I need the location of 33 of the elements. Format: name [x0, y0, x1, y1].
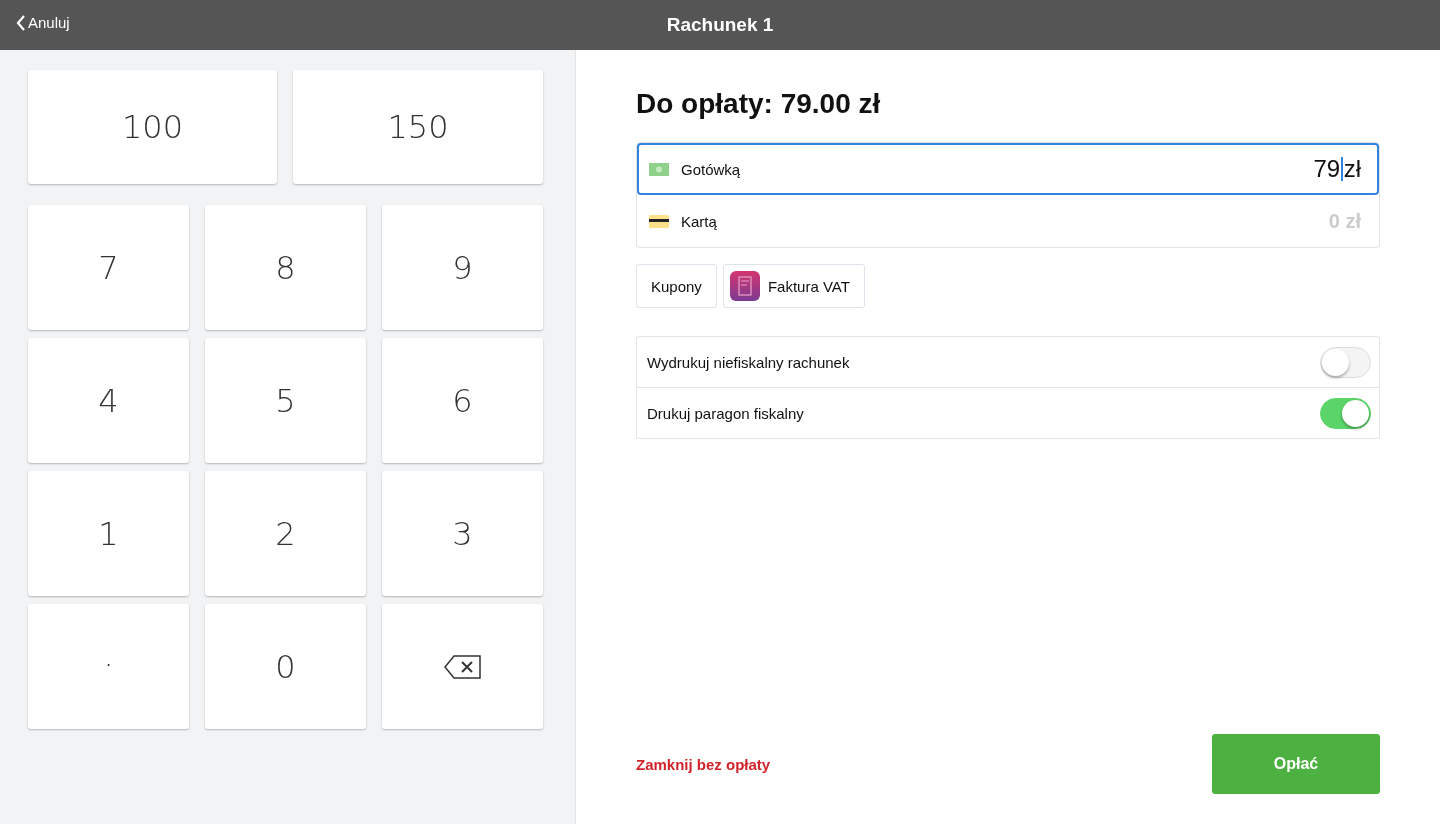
invoice-icon — [729, 271, 760, 301]
coupons-button[interactable]: Kupony — [636, 264, 717, 308]
option-label: Wydrukuj niefiskalny rachunek — [647, 353, 850, 371]
window-title: Rachunek 1 — [666, 14, 774, 36]
payment-field[interactable]: Gotówką 79 zł — [637, 143, 1379, 195]
keypad-key[interactable]: 3 — [382, 471, 543, 596]
keypad-key[interactable]: 0 — [205, 604, 366, 729]
toggle-switch[interactable] — [1320, 397, 1371, 429]
quick-amount-key[interactable]: 150 — [293, 70, 543, 184]
option-label: Drukuj paragon fiskalny — [647, 404, 804, 422]
chevron-left-icon — [16, 14, 26, 31]
keypad-key[interactable]: . — [28, 604, 189, 729]
payment-amount: 79 zł — [1313, 155, 1361, 183]
keypad-key[interactable]: 4 — [28, 338, 189, 463]
backspace-icon — [443, 654, 482, 679]
backspace-key[interactable] — [382, 604, 543, 729]
keypad-key[interactable]: 1 — [28, 471, 189, 596]
banknote-icon — [649, 162, 669, 176]
keypad-key[interactable]: 5 — [205, 338, 366, 463]
keypad-key[interactable]: 6 — [382, 338, 543, 463]
toggle-switch[interactable] — [1320, 346, 1371, 378]
close-without-payment-link[interactable]: Zamknij bez opłaty — [636, 755, 771, 773]
back-button[interactable]: Anuluj — [14, 12, 72, 33]
payment-label: Gotówką — [681, 160, 742, 178]
keypad-key[interactable]: 2 — [205, 471, 366, 596]
keypad-key[interactable]: 8 — [205, 205, 366, 330]
invoice-button[interactable]: Faktura VAT — [722, 264, 865, 308]
quick-amount-key[interactable]: 100 — [28, 70, 277, 184]
keypad-key[interactable]: 9 — [382, 205, 543, 330]
card-icon — [649, 214, 669, 228]
payment-label: Kartą — [681, 212, 718, 230]
keypad-key[interactable]: 7 — [28, 205, 189, 330]
amount-due: Do opłaty: 79.00 zł — [636, 88, 882, 120]
